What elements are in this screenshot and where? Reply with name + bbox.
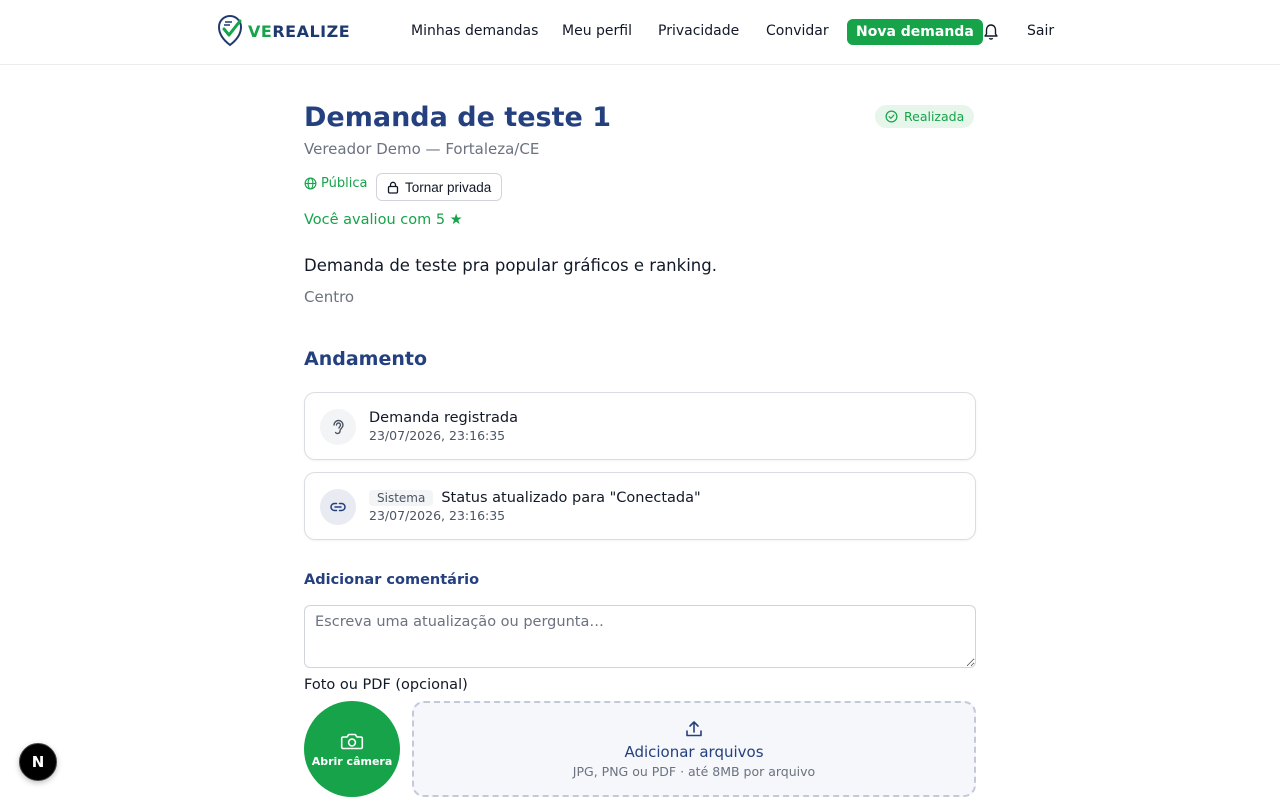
timeline-title: Andamento <box>304 348 427 370</box>
file-dropzone[interactable]: Adicionar arquivos JPG, PNG ou PDF · até… <box>412 701 976 797</box>
visibility-indicator: Pública <box>304 176 367 191</box>
status-label: Realizada <box>904 109 965 124</box>
comment-input[interactable] <box>304 605 976 668</box>
demand-description: Demanda de teste pra popular gráficos e … <box>304 256 717 275</box>
comment-section-label: Adicionar comentário <box>304 572 480 588</box>
timeline-event: Demanda registrada 23/07/2026, 23:16:35 <box>304 392 976 460</box>
representative-location: Vereador Demo — Fortaleza/CE <box>304 140 540 158</box>
nav-privacidade[interactable]: Privacidade <box>658 18 739 45</box>
ear-icon <box>333 419 344 435</box>
open-camera-button[interactable]: Abrir câmera <box>304 701 400 797</box>
event-timestamp: 23/07/2026, 23:16:35 <box>369 508 506 523</box>
new-demand-button[interactable]: Nova demanda <box>847 19 983 45</box>
globe-icon <box>304 177 317 190</box>
author-chip: Sistema <box>369 489 434 506</box>
make-private-label: Tornar privada <box>405 179 492 195</box>
link-icon <box>330 502 346 512</box>
dropzone-hint: JPG, PNG ou PDF · até 8MB por arquivo <box>572 764 816 779</box>
open-camera-label: Abrir câmera <box>311 754 393 768</box>
logout-link[interactable]: Sair <box>1027 18 1054 45</box>
nav-minhas-demandas[interactable]: Minhas demandas <box>411 18 538 45</box>
check-circle-icon <box>885 110 898 123</box>
neighborhood: Centro <box>304 288 355 306</box>
make-private-button[interactable]: Tornar privada <box>376 173 503 201</box>
top-navbar: VEREALIZE Minhas demandas Meu perfil Pri… <box>0 0 1280 65</box>
rating-text: Você avaliou com 5 ★ <box>304 212 463 228</box>
status-badge: Realizada <box>875 105 975 128</box>
main-nav: Minhas demandas Meu perfil Privacidade C… <box>0 18 1280 45</box>
lock-icon <box>387 181 399 194</box>
event-title: Sistema Status atualizado para "Conectad… <box>369 488 701 507</box>
dropzone-title: Adicionar arquivos <box>624 743 764 761</box>
page-title: Demanda de teste 1 <box>304 102 611 133</box>
timeline-event: Sistema Status atualizado para "Conectad… <box>304 472 976 540</box>
event-icon-badge <box>320 409 356 445</box>
event-text: Sistema Status atualizado para "Conectad… <box>369 488 701 523</box>
nav-meu-perfil[interactable]: Meu perfil <box>562 18 632 45</box>
event-icon-badge <box>320 489 356 525</box>
bell-icon[interactable] <box>983 23 999 41</box>
event-timestamp: 23/07/2026, 23:16:35 <box>369 428 506 443</box>
camera-icon <box>340 733 364 749</box>
visibility-label: Pública <box>321 176 368 191</box>
upload-icon <box>686 721 702 737</box>
file-field-label: Foto ou PDF (opcional) <box>304 677 468 693</box>
nav-convidar[interactable]: Convidar <box>766 18 829 45</box>
nextjs-dev-badge[interactable]: N <box>19 743 57 781</box>
event-text: Demanda registrada 23/07/2026, 23:16:35 <box>369 408 518 444</box>
event-title: Demanda registrada <box>369 409 518 426</box>
